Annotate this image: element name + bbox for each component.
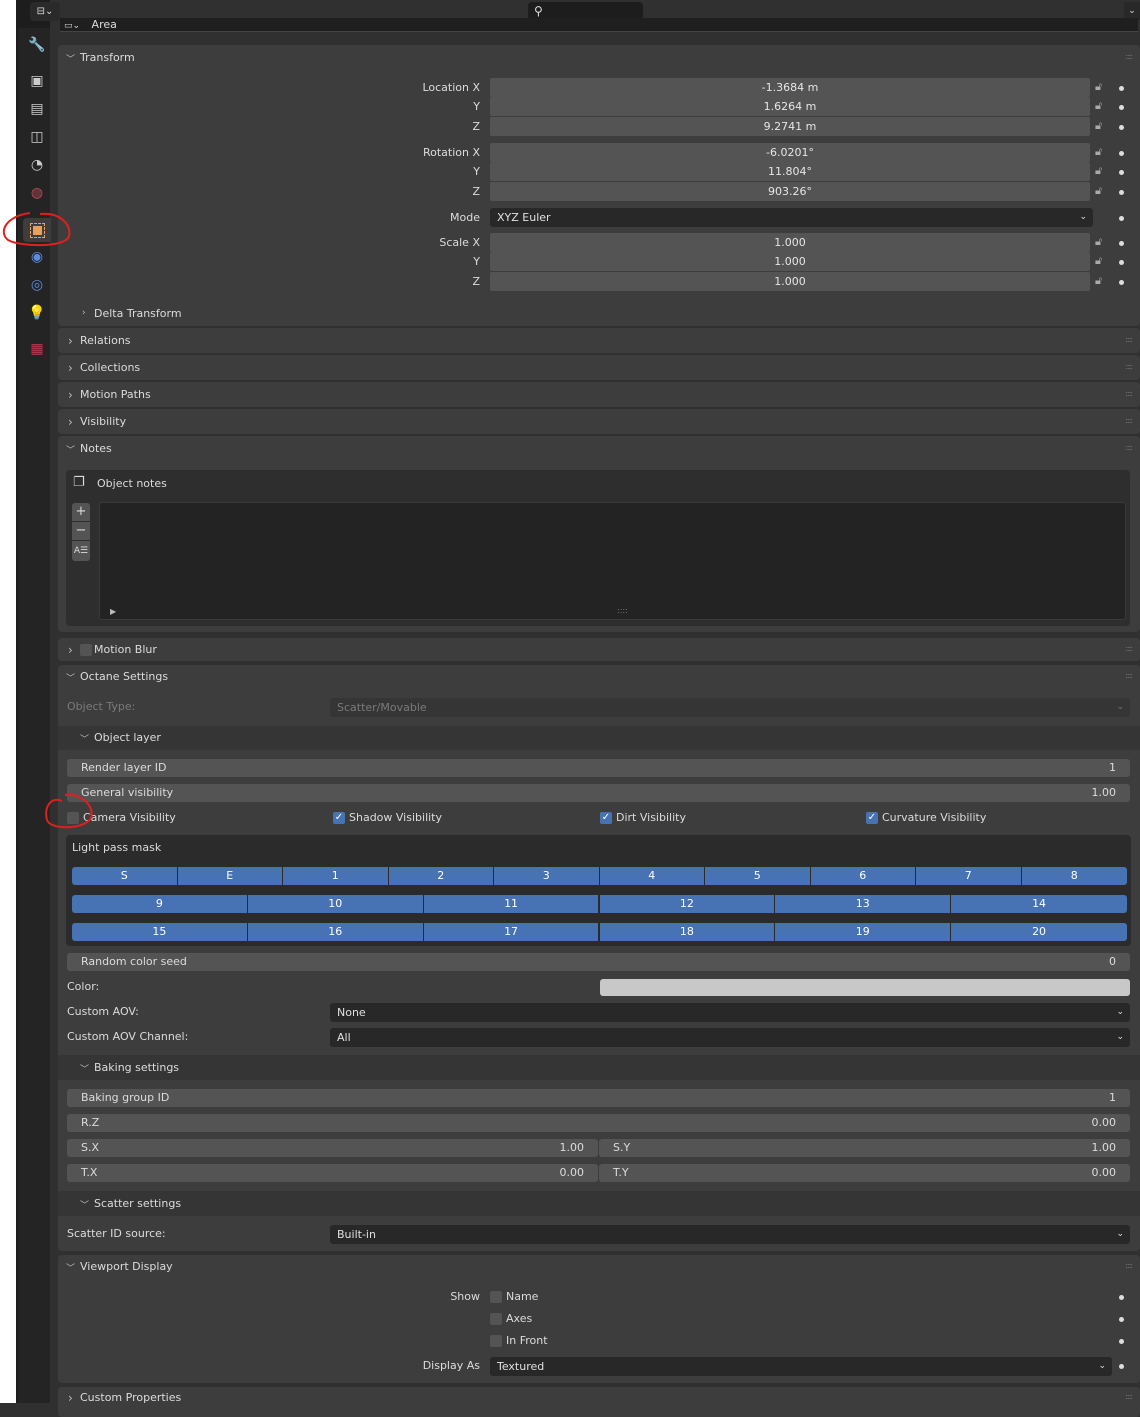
annotation-overlay bbox=[2, 212, 93, 829]
annotation-circle-camera-visibility bbox=[45, 793, 93, 829]
annotation-circle-object-tab bbox=[2, 212, 71, 247]
